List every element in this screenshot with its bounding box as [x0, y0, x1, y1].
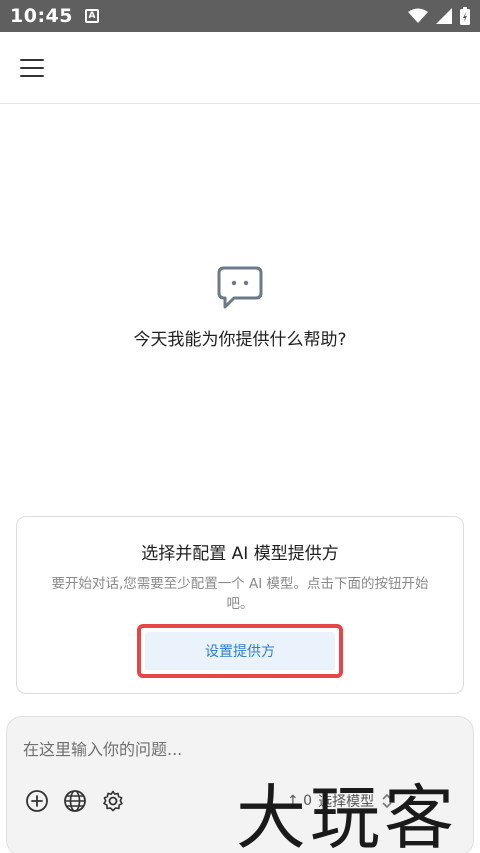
menu-icon[interactable] — [20, 56, 44, 80]
prompt-title: 今天我能为你提供什么帮助? — [133, 330, 347, 350]
signal-icon — [436, 8, 452, 24]
menu-line — [20, 58, 44, 61]
globe-icon[interactable] — [63, 789, 87, 813]
add-icon[interactable] — [25, 789, 49, 813]
model-count: ↑ 0 — [287, 793, 313, 809]
a-icon: A — [84, 9, 99, 23]
empty-state: 今天我能为你提供什么帮助? — [0, 265, 480, 350]
menu-line — [20, 66, 44, 69]
card-description: 要开始对话,您需要至少配置一个 AI 模型。点击下面的按钮开始吧。 — [51, 576, 429, 612]
chevron-updown-icon — [382, 793, 392, 809]
setup-provider-button[interactable]: 设置提供方 — [145, 632, 335, 670]
question-input[interactable] — [23, 737, 453, 761]
wifi-icon — [408, 8, 428, 23]
status-time: 10:45 — [10, 5, 73, 27]
app-bar — [0, 32, 480, 104]
composer-tools — [25, 789, 125, 813]
battery-icon — [460, 7, 470, 25]
provider-card: 选择并配置 AI 模型提供方 要开始对话,您需要至少配置一个 AI 模型。点击下… — [16, 516, 464, 694]
composer: ↑ 0 选择模型 — [6, 716, 474, 853]
settings-gear-icon[interactable] — [101, 789, 125, 813]
setup-button-highlight: 设置提供方 — [137, 624, 343, 678]
model-select-label: 选择模型 — [318, 794, 375, 810]
chat-bubble-icon — [217, 266, 263, 309]
card-title: 选择并配置 AI 模型提供方 — [141, 544, 339, 564]
menu-line — [20, 74, 44, 77]
model-selector[interactable]: ↑ 0 选择模型 — [287, 791, 394, 811]
status-bar: 10:45 A — [0, 0, 480, 32]
